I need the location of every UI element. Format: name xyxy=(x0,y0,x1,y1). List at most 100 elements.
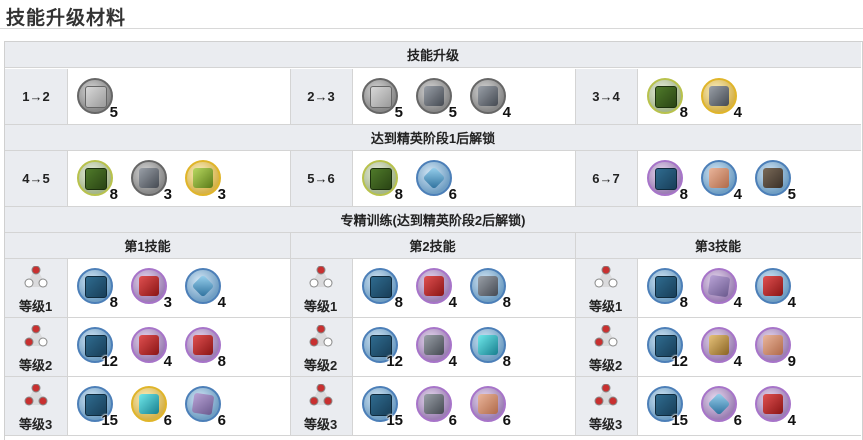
red-star-icon[interactable]: 4 xyxy=(130,326,172,370)
item-quantity: 8 xyxy=(394,186,403,203)
item-quantity: 8 xyxy=(109,186,118,203)
purple-cube-icon[interactable]: 6 xyxy=(184,385,226,429)
copper-plate-icon[interactable]: 9 xyxy=(754,326,796,370)
red-crystal-icon[interactable]: 4 xyxy=(754,385,796,429)
cylinder-glyph xyxy=(424,335,444,355)
red-device-glyph xyxy=(193,335,213,355)
level-range-label: 2→3 xyxy=(290,69,352,125)
mastery-level-label: 等级2 xyxy=(589,358,623,373)
syringe-icon[interactable]: 4 xyxy=(700,77,742,121)
level-range-label: 4→5 xyxy=(5,151,67,207)
mastery-level-label: 等级1 xyxy=(304,299,338,314)
copper-plate-glyph xyxy=(763,335,783,355)
blue-skill-book-icon[interactable]: 12 xyxy=(361,326,403,370)
blue-skill-book-icon[interactable]: 12 xyxy=(646,326,688,370)
metal-shard-icon[interactable]: 5 xyxy=(415,77,457,121)
green-skill-book-icon[interactable]: 8 xyxy=(76,159,118,203)
red-crystal-glyph xyxy=(139,276,159,296)
item-quantity: 5 xyxy=(448,104,457,121)
silver-ore-icon[interactable]: 6 xyxy=(415,385,457,429)
item-quantity: 8 xyxy=(679,294,688,311)
red-crystal-icon[interactable]: 3 xyxy=(130,267,172,311)
mastery-level-label: 等级3 xyxy=(304,417,338,432)
red-crystal-glyph xyxy=(763,276,783,296)
blue-skill-book-icon[interactable]: 15 xyxy=(646,385,688,429)
mastery-rank-icon xyxy=(309,266,333,288)
mastery-level-label: 等级1 xyxy=(19,299,53,314)
copper-plate-icon[interactable]: 4 xyxy=(700,159,742,203)
mastery-rank-icon xyxy=(309,384,333,406)
column-divider xyxy=(575,69,576,125)
cyan-crystal-icon[interactable]: 8 xyxy=(469,326,511,370)
blue-skill-book-icon[interactable]: 8 xyxy=(361,267,403,311)
blue-skill-book-icon[interactable]: 8 xyxy=(646,159,688,203)
cyan-tank-icon[interactable]: 6 xyxy=(130,385,172,429)
item-quantity: 12 xyxy=(671,353,688,370)
crystal-cluster-icon[interactable]: 6 xyxy=(415,159,457,203)
item-quantity: 3 xyxy=(163,186,172,203)
mastery-level-label: 等级3 xyxy=(19,417,53,432)
blue-skill-book-icon[interactable]: 15 xyxy=(361,385,403,429)
copper-plate-glyph xyxy=(709,168,729,188)
mastery-rank-icon xyxy=(594,266,618,288)
grey-skill-book-icon[interactable]: 5 xyxy=(361,77,403,121)
column-divider xyxy=(290,377,291,436)
copper-plate-icon[interactable]: 6 xyxy=(469,385,511,429)
green-block-glyph xyxy=(193,168,213,188)
mastery-level-label: 等级2 xyxy=(19,358,53,373)
item-quantity: 4 xyxy=(733,294,742,311)
copper-plate-glyph xyxy=(478,394,498,414)
mastery-level-label: 等级1 xyxy=(589,299,623,314)
item-quantity: 8 xyxy=(502,294,511,311)
device-icon[interactable]: 3 xyxy=(130,159,172,203)
dark-rock-icon[interactable]: 5 xyxy=(754,159,796,203)
gold-rock-icon[interactable]: 4 xyxy=(700,326,742,370)
item-quantity: 6 xyxy=(733,412,742,429)
mastery-rank-icon xyxy=(24,266,48,288)
silver-ore-glyph xyxy=(424,394,444,414)
red-device-glyph xyxy=(424,276,444,296)
green-crystal-icon[interactable]: 6 xyxy=(700,385,742,429)
grey-skill-book-icon[interactable]: 5 xyxy=(76,77,118,121)
item-quantity: 3 xyxy=(163,294,172,311)
red-crystal-icon[interactable]: 4 xyxy=(754,267,796,311)
orirock-capsule-glyph xyxy=(478,276,498,296)
orirock-capsule-icon[interactable]: 8 xyxy=(469,267,511,311)
purple-cube-glyph xyxy=(191,392,215,416)
item-quantity: 9 xyxy=(787,353,796,370)
column-divider xyxy=(290,233,291,259)
syringe-glyph xyxy=(709,86,729,106)
section-header-skill-upgrade: 技能升级 xyxy=(5,42,861,68)
column-divider xyxy=(290,69,291,125)
item-quantity: 4 xyxy=(787,412,796,429)
section-header-elite1: 达到精英阶段1后解锁 xyxy=(5,125,861,151)
ester-icon[interactable]: 4 xyxy=(469,77,511,121)
column-divider xyxy=(290,151,291,207)
title-divider xyxy=(0,28,863,29)
green-skill-book-icon[interactable]: 8 xyxy=(361,159,403,203)
item-quantity: 4 xyxy=(733,186,742,203)
item-quantity: 6 xyxy=(448,186,457,203)
blue-skill-book-icon[interactable]: 8 xyxy=(646,267,688,311)
blue-polyhedron-icon[interactable]: 4 xyxy=(184,267,226,311)
level-range-label: 5→6 xyxy=(290,151,352,207)
green-block-icon[interactable]: 3 xyxy=(184,159,226,203)
mastery-rank-icon xyxy=(594,384,618,406)
grey-skill-book-glyph xyxy=(370,86,392,108)
mastery-rank-icon xyxy=(24,325,48,347)
green-skill-book-icon[interactable]: 8 xyxy=(646,77,688,121)
mastery-level-label: 等级3 xyxy=(589,417,623,432)
skill-header-1: 第1技能 xyxy=(5,233,290,259)
blue-skill-book-icon[interactable]: 8 xyxy=(76,267,118,311)
blue-skill-book-icon[interactable]: 12 xyxy=(76,326,118,370)
column-divider xyxy=(575,318,576,377)
red-device-icon[interactable]: 4 xyxy=(415,267,457,311)
red-device-icon[interactable]: 8 xyxy=(184,326,226,370)
item-quantity: 4 xyxy=(733,104,742,121)
blue-skill-book-glyph xyxy=(655,276,677,298)
item-quantity: 4 xyxy=(733,353,742,370)
cylinder-icon[interactable]: 4 xyxy=(415,326,457,370)
purple-cube-icon[interactable]: 4 xyxy=(700,267,742,311)
blue-skill-book-icon[interactable]: 15 xyxy=(76,385,118,429)
red-star-glyph xyxy=(139,335,159,355)
